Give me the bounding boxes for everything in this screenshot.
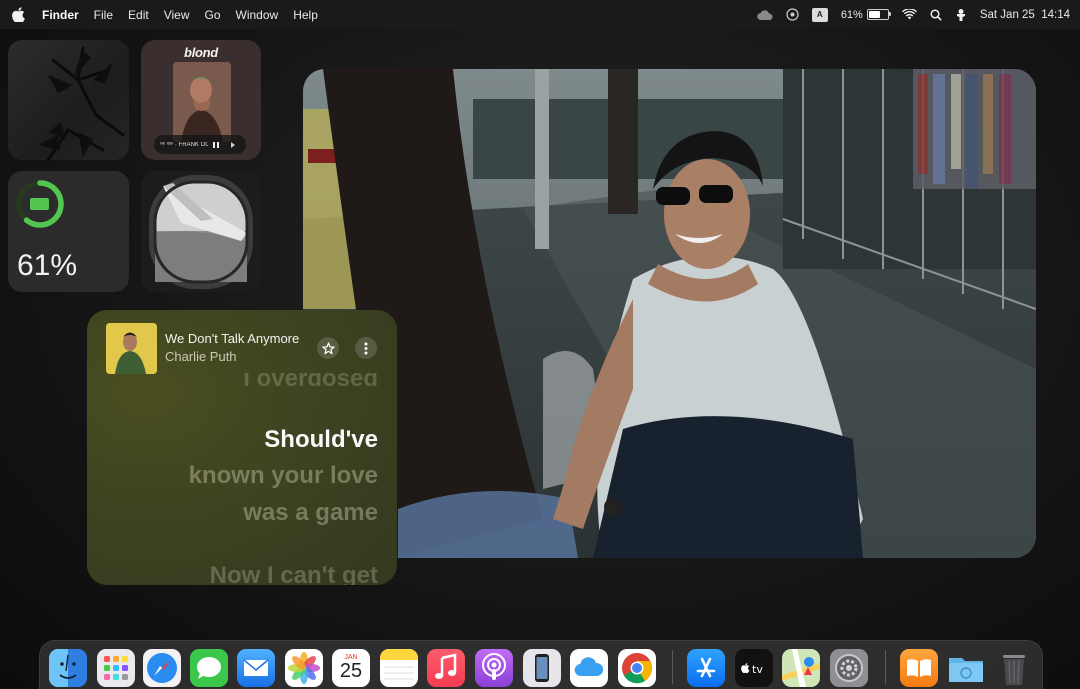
dock-finder-icon[interactable] bbox=[49, 649, 87, 687]
menu-bar: Finder File Edit View Go Window Help A 6… bbox=[0, 0, 1080, 29]
spotlight-search-icon[interactable] bbox=[930, 8, 942, 21]
lyric-line-next-3: Now I can't get bbox=[209, 562, 378, 585]
dock-separator bbox=[885, 650, 886, 684]
dock-app-store-icon[interactable] bbox=[687, 649, 725, 687]
dock-podcasts-icon[interactable] bbox=[475, 649, 513, 687]
battery-icon bbox=[866, 9, 891, 20]
dock-apple-tv-icon[interactable]: tv bbox=[735, 649, 773, 687]
dock-chrome-icon[interactable] bbox=[618, 649, 656, 687]
more-options-button[interactable] bbox=[355, 337, 377, 359]
album-mini-title: ᵛᶦᵉ ᴵᵈᵒˡ · FRANK OCEAN bbox=[160, 141, 208, 148]
battery-glyph-icon bbox=[30, 198, 49, 210]
next-track-icon[interactable] bbox=[230, 141, 236, 149]
airplane-window-image bbox=[141, 171, 261, 292]
wallpaper-photo-widget[interactable] bbox=[8, 40, 129, 160]
menu-app-finder[interactable]: Finder bbox=[42, 8, 79, 22]
battery-percent: 61% bbox=[840, 8, 863, 21]
svg-text:tv: tv bbox=[752, 663, 763, 676]
song-artist: Charlie Puth bbox=[165, 349, 237, 364]
music-lyrics-widget[interactable]: We Don't Talk Anymore Charlie Puth I ove… bbox=[87, 310, 397, 585]
menu-edit[interactable]: Edit bbox=[128, 8, 149, 22]
clock-datetime[interactable]: Sat Jan 25 14:14 bbox=[980, 9, 1070, 21]
dock-icloud-drive-icon[interactable] bbox=[570, 649, 608, 687]
menu-view[interactable]: View bbox=[164, 8, 190, 22]
lyric-line-previous: I overdosed bbox=[243, 365, 378, 392]
location-icon[interactable] bbox=[786, 8, 799, 21]
dock-music-icon[interactable] bbox=[427, 649, 465, 687]
status-area: A 61% Sat Jan 25 14:14 bbox=[757, 0, 1070, 29]
icloud-icon[interactable] bbox=[757, 9, 773, 20]
lyric-line-next-1: known your love bbox=[188, 462, 378, 489]
dock-separator bbox=[672, 650, 673, 684]
song-cover-image[interactable] bbox=[106, 323, 157, 374]
now-playing-album-widget[interactable]: blond ᵛᶦᵉ ᴵᵈᵒˡ · FRANK OCEAN bbox=[141, 40, 261, 160]
dock: JAN 25 tv bbox=[39, 640, 1043, 689]
dock-system-settings-icon[interactable] bbox=[830, 649, 868, 687]
favorite-star-button[interactable] bbox=[317, 337, 339, 359]
ellipsis-vertical-icon bbox=[364, 342, 368, 354]
pause-icon[interactable] bbox=[212, 141, 220, 149]
battery-widget-percent: 61% bbox=[17, 249, 78, 282]
airplane-window-photo-widget[interactable] bbox=[141, 171, 261, 292]
star-icon bbox=[321, 341, 335, 354]
street-scene-image bbox=[303, 69, 1036, 558]
dock-maps-icon[interactable] bbox=[782, 649, 820, 687]
wifi-icon[interactable] bbox=[901, 9, 917, 20]
battery-widget[interactable]: 61% bbox=[8, 171, 129, 292]
menu-file[interactable]: File bbox=[94, 8, 113, 22]
apple-menu-icon[interactable] bbox=[12, 6, 30, 24]
menu-go[interactable]: Go bbox=[205, 8, 221, 22]
battery-ring bbox=[16, 180, 64, 228]
battery-status[interactable]: 61% bbox=[840, 8, 891, 21]
dock-notes-icon[interactable] bbox=[380, 649, 418, 687]
dock-calendar-icon[interactable]: JAN 25 bbox=[332, 649, 370, 687]
dock-mail-icon[interactable] bbox=[237, 649, 275, 687]
dock-messages-icon[interactable] bbox=[190, 649, 228, 687]
menu-help[interactable]: Help bbox=[293, 8, 318, 22]
dock-safari-icon[interactable] bbox=[143, 649, 181, 687]
menu-window[interactable]: Window bbox=[236, 8, 279, 22]
dock-photos-icon[interactable] bbox=[285, 649, 323, 687]
lyric-line-next-2: was a game bbox=[243, 499, 378, 526]
dock-downloads-folder-icon[interactable] bbox=[947, 649, 985, 687]
album-title: blond bbox=[184, 45, 218, 60]
album-mini-player[interactable]: ᵛᶦᵉ ᴵᵈᵒˡ · FRANK OCEAN bbox=[154, 135, 246, 154]
input-source-icon[interactable]: A bbox=[811, 7, 828, 22]
album-cover-image bbox=[173, 62, 231, 142]
song-title: We Don't Talk Anymore bbox=[165, 331, 300, 346]
dock-trash-icon[interactable] bbox=[995, 649, 1033, 687]
dock-iphone-mirroring-icon[interactable] bbox=[523, 649, 561, 687]
control-center-icon[interactable] bbox=[955, 8, 967, 22]
dock-launchpad-icon[interactable] bbox=[97, 649, 135, 687]
battery-fill bbox=[868, 11, 880, 18]
lyric-line-current: Should've bbox=[264, 426, 378, 453]
calendar-day: 25 bbox=[339, 659, 363, 682]
plant-silhouette-image bbox=[38, 46, 125, 160]
dock-books-icon[interactable] bbox=[900, 649, 938, 687]
wallpaper-street-photo bbox=[303, 69, 1036, 558]
